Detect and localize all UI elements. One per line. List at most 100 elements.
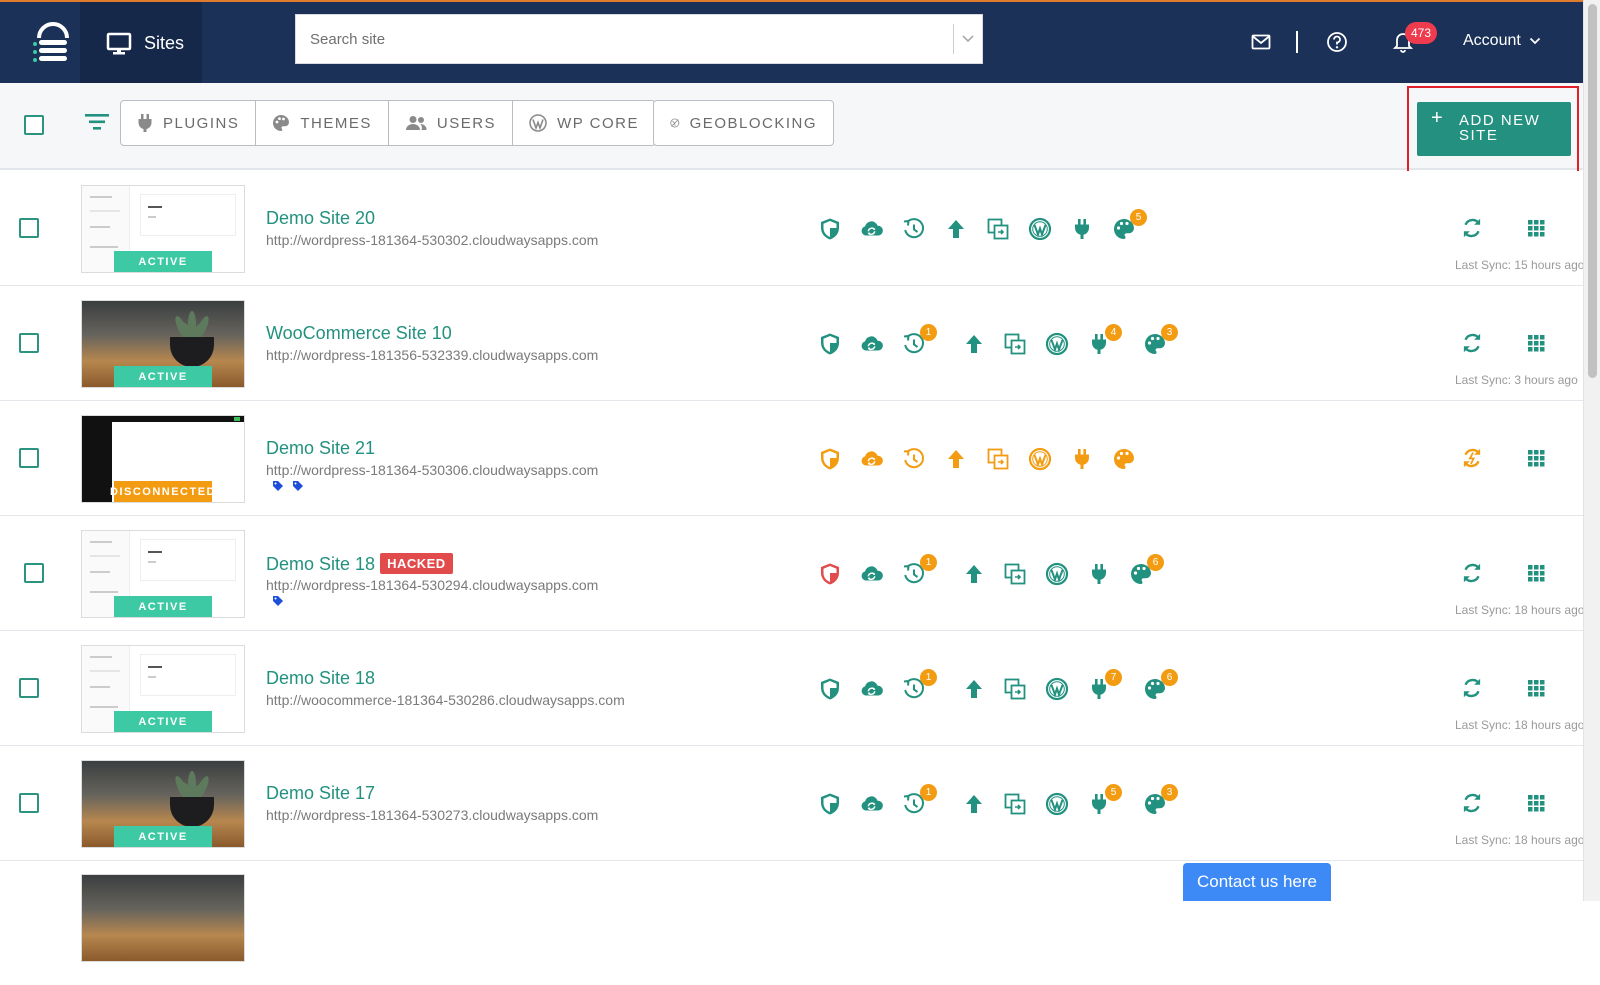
shield-icon[interactable] (816, 445, 844, 473)
backup-icon[interactable]: 1 (900, 669, 937, 703)
push-update-icon[interactable] (960, 330, 988, 358)
cloud-sync-icon[interactable] (858, 675, 886, 703)
backup-icon[interactable]: 1 (900, 784, 937, 818)
scrollbar-thumb[interactable] (1588, 4, 1597, 378)
sync-icon[interactable] (1459, 675, 1485, 701)
wordpress-icon[interactable] (1026, 445, 1054, 473)
clone-icon[interactable] (984, 445, 1012, 473)
nav-sites[interactable]: Sites (80, 2, 202, 85)
site-thumbnail[interactable]: ACTIVE (81, 300, 245, 388)
users-button[interactable]: USERS (389, 101, 514, 145)
scrollbar[interactable] (1583, 0, 1600, 901)
clone-icon[interactable] (1001, 675, 1029, 703)
plug-icon[interactable]: 7 (1085, 669, 1122, 703)
sync-icon[interactable] (1459, 330, 1485, 356)
cloud-sync-icon[interactable] (858, 215, 886, 243)
row-checkbox[interactable] (19, 448, 39, 468)
cloud-sync-icon[interactable] (858, 790, 886, 818)
site-name-link[interactable]: Demo Site 18 HACKED (266, 553, 453, 575)
site-name-link[interactable]: Demo Site 18 (266, 668, 375, 689)
push-update-icon[interactable] (960, 790, 988, 818)
cloud-sync-icon[interactable] (858, 445, 886, 473)
push-update-icon[interactable] (960, 675, 988, 703)
backup-icon[interactable] (900, 445, 928, 473)
plug-icon[interactable] (1068, 445, 1096, 473)
shield-icon[interactable] (816, 560, 844, 588)
clone-icon[interactable] (1001, 790, 1029, 818)
site-name-link[interactable]: Demo Site 21 (266, 438, 375, 459)
sync-icon[interactable] (1459, 560, 1485, 586)
plug-icon[interactable]: 5 (1085, 784, 1122, 818)
wordpress-icon[interactable] (1043, 675, 1071, 703)
sync-icon[interactable] (1459, 445, 1485, 471)
backup-icon[interactable]: 1 (900, 554, 937, 588)
clone-icon[interactable] (1001, 560, 1029, 588)
palette-icon[interactable]: 5 (1110, 209, 1147, 243)
tag-icon[interactable] (272, 594, 284, 612)
sync-icon[interactable] (1459, 790, 1485, 816)
site-name-link[interactable]: Demo Site 17 (266, 783, 375, 804)
site-thumbnail[interactable]: ACTIVE (81, 645, 245, 733)
plug-icon[interactable]: 4 (1085, 324, 1122, 358)
palette-icon[interactable] (1110, 445, 1138, 473)
palette-icon[interactable]: 3 (1141, 324, 1178, 358)
push-update-icon[interactable] (942, 445, 970, 473)
site-thumbnail[interactable] (81, 874, 245, 962)
tag-icon[interactable] (292, 479, 304, 497)
grid-menu-icon[interactable] (1524, 561, 1548, 585)
filter-icon[interactable] (84, 113, 110, 136)
grid-menu-icon[interactable] (1524, 331, 1548, 355)
row-checkbox[interactable] (19, 793, 39, 813)
cloudways-logo-icon[interactable] (30, 20, 76, 66)
palette-icon[interactable]: 3 (1141, 784, 1178, 818)
row-checkbox[interactable] (19, 218, 39, 238)
wordpress-icon[interactable] (1043, 560, 1071, 588)
site-thumbnail[interactable]: ACTIVE (81, 530, 245, 618)
push-update-icon[interactable] (942, 215, 970, 243)
shield-icon[interactable] (816, 215, 844, 243)
search-input[interactable] (296, 15, 953, 63)
add-new-site-button[interactable]: + ADD NEW SITE (1417, 102, 1571, 156)
site-thumbnail[interactable]: ACTIVE (81, 760, 245, 848)
site-name-link[interactable]: WooCommerce Site 10 (266, 323, 452, 344)
grid-menu-icon[interactable] (1524, 791, 1548, 815)
tag-icon[interactable] (272, 479, 284, 497)
themes-button[interactable]: THEMES (256, 101, 389, 145)
wordpress-icon[interactable] (1043, 330, 1071, 358)
account-menu[interactable]: Account (1463, 32, 1541, 50)
shield-icon[interactable] (816, 675, 844, 703)
grid-menu-icon[interactable] (1524, 216, 1548, 240)
help-icon[interactable] (1325, 30, 1349, 54)
cloud-sync-icon[interactable] (858, 330, 886, 358)
shield-icon[interactable] (816, 330, 844, 358)
cloud-sync-icon[interactable] (858, 560, 886, 588)
plug-icon[interactable] (1085, 560, 1113, 588)
clone-icon[interactable] (1001, 330, 1029, 358)
palette-icon[interactable]: 6 (1141, 669, 1178, 703)
sync-icon[interactable] (1459, 215, 1485, 241)
clone-icon[interactable] (984, 215, 1012, 243)
geoblocking-button[interactable]: GEOBLOCKING (653, 100, 834, 146)
backup-icon[interactable] (900, 215, 928, 243)
wp-core-button[interactable]: WP CORE (513, 101, 655, 145)
palette-icon[interactable]: 6 (1127, 554, 1164, 588)
contact-us-button[interactable]: Contact us here (1183, 863, 1331, 901)
plugins-button[interactable]: PLUGINS (121, 101, 257, 145)
grid-menu-icon[interactable] (1524, 446, 1548, 470)
select-all-checkbox[interactable] (24, 115, 44, 135)
row-checkbox[interactable] (24, 563, 44, 583)
wordpress-icon[interactable] (1043, 790, 1071, 818)
site-thumbnail[interactable]: DISCONNECTED (81, 415, 245, 503)
chevron-down-icon[interactable] (954, 15, 982, 63)
wordpress-icon[interactable] (1026, 215, 1054, 243)
grid-menu-icon[interactable] (1524, 676, 1548, 700)
site-thumbnail[interactable]: ACTIVE (81, 185, 245, 273)
mail-icon[interactable] (1249, 30, 1273, 54)
row-checkbox[interactable] (19, 678, 39, 698)
backup-icon[interactable]: 1 (900, 324, 937, 358)
push-update-icon[interactable] (960, 560, 988, 588)
row-checkbox[interactable] (19, 333, 39, 353)
plug-icon[interactable] (1068, 215, 1096, 243)
site-name-link[interactable]: Demo Site 20 (266, 208, 375, 229)
shield-icon[interactable] (816, 790, 844, 818)
